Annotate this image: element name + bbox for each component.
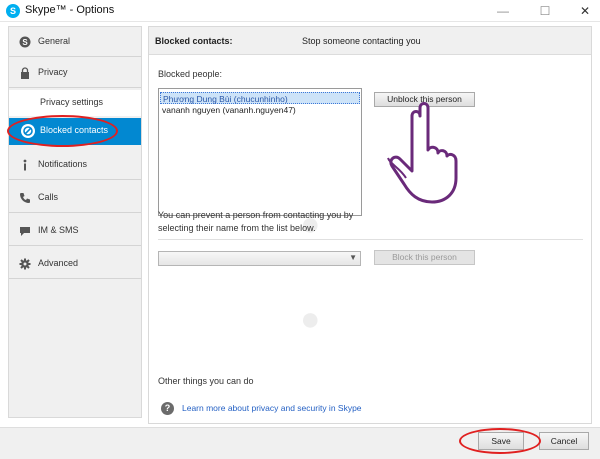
cancel-button[interactable]: Cancel bbox=[539, 432, 589, 450]
other-things-label: Other things you can do bbox=[158, 376, 254, 386]
sidebar-item-privacy-settings[interactable]: Privacy settings bbox=[9, 90, 141, 116]
skype-icon: S bbox=[6, 4, 20, 18]
sidebar-item-label: Advanced bbox=[38, 258, 79, 268]
minimize-button[interactable]: — bbox=[488, 0, 518, 22]
sidebar-item-label: Notifications bbox=[38, 159, 88, 169]
sidebar-item-label: General bbox=[38, 36, 71, 46]
phone-icon bbox=[20, 193, 30, 203]
contact-select[interactable]: ▼ bbox=[158, 251, 361, 266]
sidebar-item-notifications[interactable]: Notifications bbox=[9, 150, 141, 180]
prevent-description: You can prevent a person from contacting… bbox=[158, 210, 354, 233]
info-icon bbox=[23, 159, 27, 171]
chat-icon bbox=[20, 227, 30, 236]
sidebar-item-privacy[interactable]: Privacy bbox=[9, 58, 141, 88]
sidebar-item-general[interactable]: S General bbox=[9, 27, 141, 57]
skype-icon: S bbox=[19, 36, 31, 48]
window-title: Skype™ - Options bbox=[25, 4, 115, 16]
panel-header-title: Blocked contacts: bbox=[155, 36, 233, 46]
help-icon: ? bbox=[161, 402, 174, 415]
maximize-button[interactable]: ☐ bbox=[530, 0, 560, 22]
panel-header: Blocked contacts: Stop someone contactin… bbox=[149, 27, 591, 55]
sidebar-item-label: IM & SMS bbox=[38, 225, 79, 235]
blocked-people-list[interactable]: Phương Dung Bùi (chucunhinho) vananh ngu… bbox=[158, 88, 362, 216]
close-button[interactable]: ✕ bbox=[570, 0, 600, 22]
blocked-contacts-panel: Blocked contacts: Stop someone contactin… bbox=[148, 26, 592, 424]
divider bbox=[158, 239, 583, 240]
annotation-circle-blocked-contacts bbox=[7, 115, 118, 147]
panel-header-subtitle: Stop someone contacting you bbox=[302, 36, 421, 46]
privacy-help-link[interactable]: Learn more about privacy and security in… bbox=[182, 403, 362, 413]
sidebar-item-label: Privacy settings bbox=[40, 97, 104, 107]
list-item[interactable]: Phương Dung Bùi (chucunhinho) bbox=[160, 92, 360, 104]
lock-icon bbox=[21, 67, 29, 79]
annotation-circle-save bbox=[459, 428, 541, 454]
sidebar-item-label: Calls bbox=[38, 192, 59, 202]
title-bar: S Skype™ - Options — ☐ ✕ bbox=[0, 0, 600, 22]
list-item[interactable]: vananh nguyen (vananh.nguyen47) bbox=[160, 104, 360, 116]
sidebar-item-im-sms[interactable]: IM & SMS bbox=[9, 216, 141, 246]
blocked-people-label: Blocked people: bbox=[158, 69, 223, 79]
options-sidebar: S General Privacy Privacy settings Block… bbox=[8, 26, 142, 418]
gear-icon bbox=[19, 258, 31, 270]
sidebar-item-advanced[interactable]: Advanced bbox=[9, 249, 141, 279]
watermark-mark: ● bbox=[300, 300, 321, 338]
chevron-down-icon: ▼ bbox=[349, 253, 357, 262]
pointing-hand-icon bbox=[387, 102, 458, 204]
sidebar-item-label: Privacy bbox=[38, 67, 68, 77]
svg-text:S: S bbox=[22, 38, 28, 47]
sidebar-item-calls[interactable]: Calls bbox=[9, 183, 141, 213]
watermark-mark: ● bbox=[300, 205, 321, 243]
block-person-button[interactable]: Block this person bbox=[374, 250, 475, 265]
